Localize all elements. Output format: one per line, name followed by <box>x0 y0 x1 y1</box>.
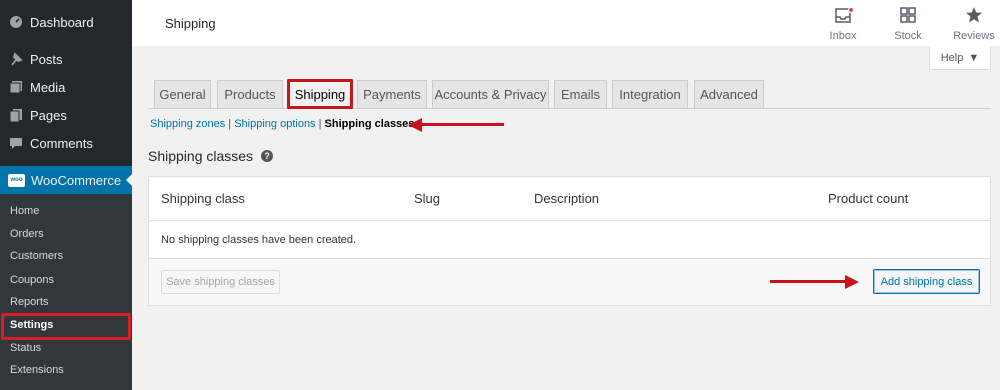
shipping-classes-link[interactable]: Shipping classes <box>325 118 415 130</box>
tab-products[interactable]: Products <box>217 80 283 109</box>
woo-icon: woo <box>8 173 25 187</box>
caret-down-icon: ▼ <box>968 51 980 64</box>
woocommerce-submenu: Home Orders Customers Coupons Reports Se… <box>0 194 132 390</box>
settings-highlight-box <box>1 313 131 340</box>
help-tip-icon[interactable]: ? <box>261 150 274 162</box>
annotation-arrow-shaft <box>770 280 846 283</box>
tab-accounts-privacy[interactable]: Accounts & Privacy <box>432 80 549 109</box>
pages-icon <box>8 107 24 123</box>
sidebar-item-label: Comments <box>30 135 93 151</box>
section-title-text: Shipping classes <box>148 148 254 164</box>
submenu-item-customers[interactable]: Customers <box>10 250 63 262</box>
help-button[interactable]: Help ▼ <box>929 46 991 70</box>
shipping-subnav: Shipping zones | Shipping options | Ship… <box>150 118 414 130</box>
sidebar-item-media[interactable]: Media <box>0 73 132 101</box>
pin-icon <box>8 51 24 67</box>
shipping-zones-link[interactable]: Shipping zones <box>150 118 225 130</box>
subnav-separator: | <box>225 118 235 130</box>
help-label: Help <box>940 51 964 64</box>
stock-icon <box>899 6 917 30</box>
empty-table-message: No shipping classes have been created. <box>161 234 357 246</box>
shipping-tab-highlight-box <box>287 79 353 109</box>
sidebar-item-comments[interactable]: Comments <box>0 129 132 157</box>
table-divider <box>149 220 990 221</box>
annotation-arrow-left-icon <box>408 118 422 132</box>
section-title: Shipping classes ? <box>148 148 274 164</box>
sidebar-item-label: WooCommerce <box>31 172 122 188</box>
shipping-classes-table: Shipping class Slug Description Product … <box>148 176 991 306</box>
sidebar-item-label: Media <box>30 79 66 95</box>
save-shipping-classes-button[interactable]: Save shipping classes <box>161 270 280 294</box>
sidebar-item-label: Posts <box>30 51 63 67</box>
annotation-arrow-right-icon <box>845 275 859 289</box>
tab-payments[interactable]: Payments <box>357 80 427 109</box>
admin-sidebar: Dashboard Posts Media Pages Comments woo… <box>0 0 132 390</box>
media-icon <box>8 79 24 95</box>
submenu-item-reports[interactable]: Reports <box>10 296 49 308</box>
submenu-item-home[interactable]: Home <box>10 205 39 217</box>
star-icon <box>965 6 983 30</box>
submenu-item-status[interactable]: Status <box>10 342 41 354</box>
stock-label: Stock <box>894 30 922 42</box>
annotation-arrow-shaft <box>420 123 504 126</box>
sidebar-item-dashboard[interactable]: Dashboard <box>0 8 132 36</box>
column-header-product-count: Product count <box>828 191 909 206</box>
notification-dot <box>848 7 854 13</box>
column-header-shipping-class: Shipping class <box>161 191 245 206</box>
inbox-label: Inbox <box>829 30 857 42</box>
dashboard-icon <box>8 14 24 30</box>
tab-general[interactable]: General <box>154 80 211 109</box>
submenu-item-orders[interactable]: Orders <box>10 228 44 240</box>
tab-advanced[interactable]: Advanced <box>694 80 764 109</box>
column-header-description: Description <box>534 191 600 206</box>
shipping-options-link[interactable]: Shipping options <box>234 118 315 130</box>
submenu-item-coupons[interactable]: Coupons <box>10 274 54 286</box>
tab-integration[interactable]: Integration <box>612 80 688 109</box>
subnav-separator: | <box>315 118 325 130</box>
sidebar-item-pages[interactable]: Pages <box>0 101 132 129</box>
stock-button[interactable]: Stock <box>880 6 936 42</box>
add-shipping-class-button[interactable]: Add shipping class <box>873 269 980 294</box>
comments-icon <box>8 135 24 151</box>
page-title: Shipping <box>165 16 216 31</box>
sidebar-item-label: Pages <box>30 107 67 123</box>
reviews-label: Reviews <box>953 30 995 42</box>
tab-emails[interactable]: Emails <box>554 80 607 109</box>
woocommerce-menu-row: woo WooCommerce <box>0 166 132 194</box>
sidebar-item-label: Dashboard <box>30 14 94 30</box>
submenu-item-extensions[interactable]: Extensions <box>10 364 64 376</box>
sidebar-item-posts[interactable]: Posts <box>0 45 132 73</box>
reviews-button[interactable]: Reviews <box>946 6 1000 42</box>
inbox-button[interactable]: Inbox <box>815 6 871 42</box>
sidebar-item-woocommerce[interactable]: woo WooCommerce <box>0 166 132 194</box>
column-header-slug: Slug <box>414 191 441 206</box>
